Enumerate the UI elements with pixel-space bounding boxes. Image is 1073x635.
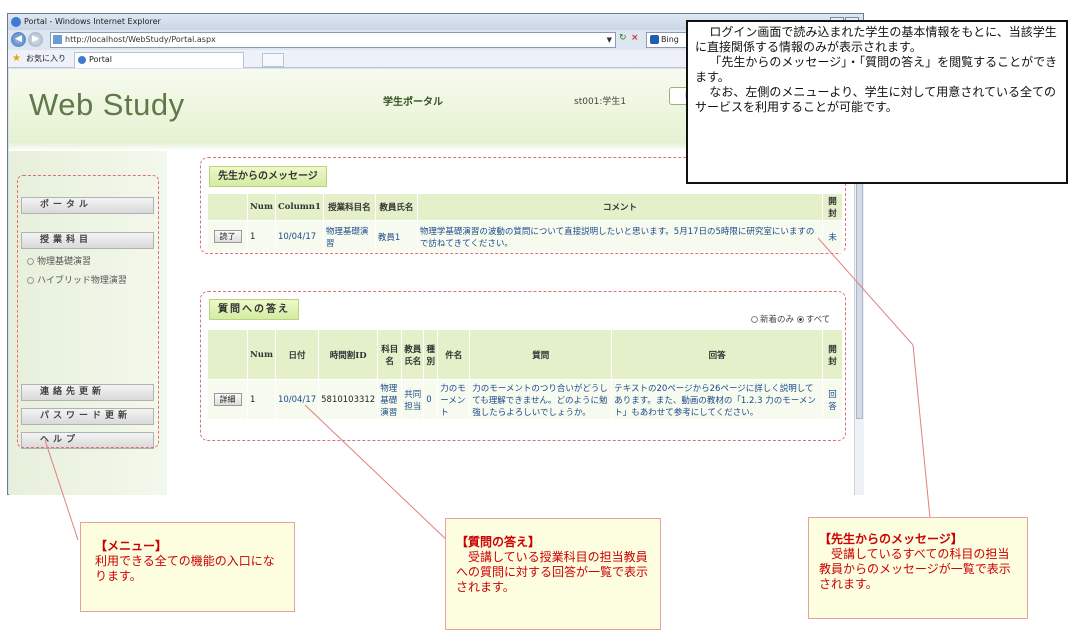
col-header: 回答: [611, 329, 823, 380]
answers-note-title: 【質問の答え】: [456, 535, 541, 549]
menu-highlight-box: [17, 175, 159, 448]
opened-cell: 未: [822, 220, 843, 253]
forward-button[interactable]: ▶: [28, 32, 43, 47]
filter-new-radio[interactable]: 新着のみ: [751, 315, 794, 325]
callout-paragraph-2: 「先生からのメッセージ」・「質問の答え」を閲覧することができます。: [695, 55, 1058, 84]
ie-icon: [11, 17, 21, 27]
col-header: Column1: [274, 193, 324, 221]
date-cell: 10/04/17: [274, 379, 320, 420]
search-engine-label: Bing: [661, 35, 679, 44]
col-header: 日付: [274, 329, 320, 380]
type-cell: 0: [423, 379, 439, 420]
url-dropdown-icon[interactable]: ▼: [607, 33, 612, 47]
answer-cell: テキストの20ページから26ページに詳しく説明してあります。また、動画の教材の「…: [611, 379, 823, 420]
url-input[interactable]: http://localhost/WebStudy/Portal.aspx ▼: [50, 32, 616, 48]
comment-cell: 物理学基礎演習の波動の質問について直接説明したいと思います。5月17日の5時限に…: [416, 220, 824, 253]
browser-tab[interactable]: Portal: [74, 52, 244, 68]
refresh-icon[interactable]: ↻: [619, 33, 627, 43]
course-cell[interactable]: 物理基礎演習: [322, 220, 376, 253]
col-header: 科目名: [377, 329, 403, 380]
col-header: Num: [247, 193, 276, 221]
col-header: 教員氏名: [374, 193, 418, 221]
filter-all-radio[interactable]: すべて: [796, 315, 831, 325]
messages-note-title: 【先生からのメッセージ】: [819, 532, 963, 546]
url-text: http://localhost/WebStudy/Portal.aspx: [65, 35, 216, 44]
col-header: Num: [247, 329, 276, 380]
table-row: 読了 1 10/04/17 物理基礎演習 教員1 物理学基礎演習の波動の質問につ…: [207, 220, 843, 253]
answers-table: Num 日付 時間割ID 科目名 教員氏名 種別 件名 質問 回答 開封 詳細 …: [207, 329, 843, 420]
menu-note-title: 【メニュー】: [95, 539, 168, 553]
col-header: [207, 329, 248, 380]
teacher-cell: 共同担当: [401, 379, 425, 420]
row-button-cell: 読了: [207, 220, 248, 253]
description-callout: ログイン画面で読み込まれた学生の基本情報をもとに、当該学生に直接関係する情報のみ…: [686, 20, 1068, 184]
tab-ie-icon: [78, 56, 86, 64]
subject-cell: 力のモーメント: [437, 379, 471, 420]
mark-read-button[interactable]: 読了: [213, 230, 242, 243]
col-header: 教員氏名: [401, 329, 425, 380]
detail-button[interactable]: 詳細: [213, 393, 242, 406]
callout-paragraph-1: ログイン画面で読み込まれた学生の基本情報をもとに、当該学生に直接関係する情報のみ…: [695, 25, 1057, 54]
favorites-label[interactable]: お気に入り: [26, 50, 66, 68]
radio-selected-icon: [796, 316, 804, 323]
col-header: 種別: [423, 329, 439, 380]
window-title: Portal - Windows Internet Explorer: [24, 17, 161, 26]
opened-cell: 回答: [822, 379, 843, 420]
teacher-cell: 教員1: [374, 220, 418, 253]
course-cell[interactable]: 物理基礎演習: [377, 379, 403, 420]
num-cell: 1: [247, 220, 276, 253]
col-header: 開封: [822, 193, 843, 221]
menu-note-body: 利用できる全ての機能の入口になります。: [95, 554, 275, 583]
menu-note: 【メニュー】 利用できる全ての機能の入口になります。: [80, 522, 295, 612]
page-icon: [53, 35, 62, 44]
table-header-row: Num 日付 時間割ID 科目名 教員氏名 種別 件名 質問 回答 開封: [207, 329, 843, 380]
messages-note-body: 受講しているすべての科目の担当教員からのメッセージが一覧で表示されます。: [819, 547, 1011, 591]
date-cell: 10/04/17: [274, 220, 324, 253]
tab-label: Portal: [89, 55, 112, 64]
user-label: st001:学生1: [574, 97, 627, 107]
bing-icon: [650, 35, 659, 44]
favorites-star-icon[interactable]: ★: [12, 50, 21, 68]
answers-note-body: 受講している授業科目の担当教員への質問に対する回答が一覧で表示されます。: [456, 550, 649, 594]
table-row: 詳細 1 10/04/17 5810103312 物理基礎演習 共同担当 0 力…: [207, 379, 843, 420]
radio-icon: [751, 316, 758, 323]
new-tab-button[interactable]: [262, 53, 284, 67]
timetable-id-cell: 5810103312: [318, 379, 379, 420]
filter-all-label: すべて: [805, 315, 831, 325]
col-header: 開封: [822, 329, 843, 380]
answers-note: 【質問の答え】 受講している授業科目の担当教員への質問に対する回答が一覧で表示さ…: [445, 518, 661, 630]
page-title: 学生ポータル: [383, 97, 443, 108]
col-header: コメント: [416, 193, 824, 221]
question-cell: 力のモーメントのつり合いがどうしても理解できません。どのように勉強したらよろしい…: [469, 379, 613, 420]
row-button-cell: 詳細: [207, 379, 248, 420]
num-cell: 1: [247, 379, 276, 420]
callout-paragraph-3: なお、左側のメニューより、学生に対して用意されている全てのサービスを利用すること…: [695, 85, 1056, 114]
col-header: 授業科目名: [322, 193, 376, 221]
col-header: 質問: [469, 329, 613, 380]
back-button[interactable]: ◀: [11, 32, 26, 47]
stop-icon[interactable]: ×: [631, 33, 639, 43]
messages-connector-line-2: [912, 344, 931, 519]
col-header: 時間割ID: [318, 329, 379, 380]
messages-table: Num Column1 授業科目名 教員氏名 コメント 開封 読了 1 10/0…: [207, 193, 843, 253]
col-header: 件名: [437, 329, 471, 380]
table-header-row: Num Column1 授業科目名 教員氏名 コメント 開封: [207, 193, 843, 221]
site-logo: Web Study: [29, 87, 185, 122]
messages-note: 【先生からのメッセージ】 受講しているすべての科目の担当教員からのメッセージが一…: [808, 517, 1028, 619]
filter-new-label: 新着のみ: [760, 315, 795, 325]
answers-filter: 新着のみ すべて: [751, 313, 830, 325]
col-header: [207, 193, 248, 221]
messages-title: 先生からのメッセージ: [209, 166, 327, 187]
answers-title: 質問への答え: [209, 299, 299, 320]
